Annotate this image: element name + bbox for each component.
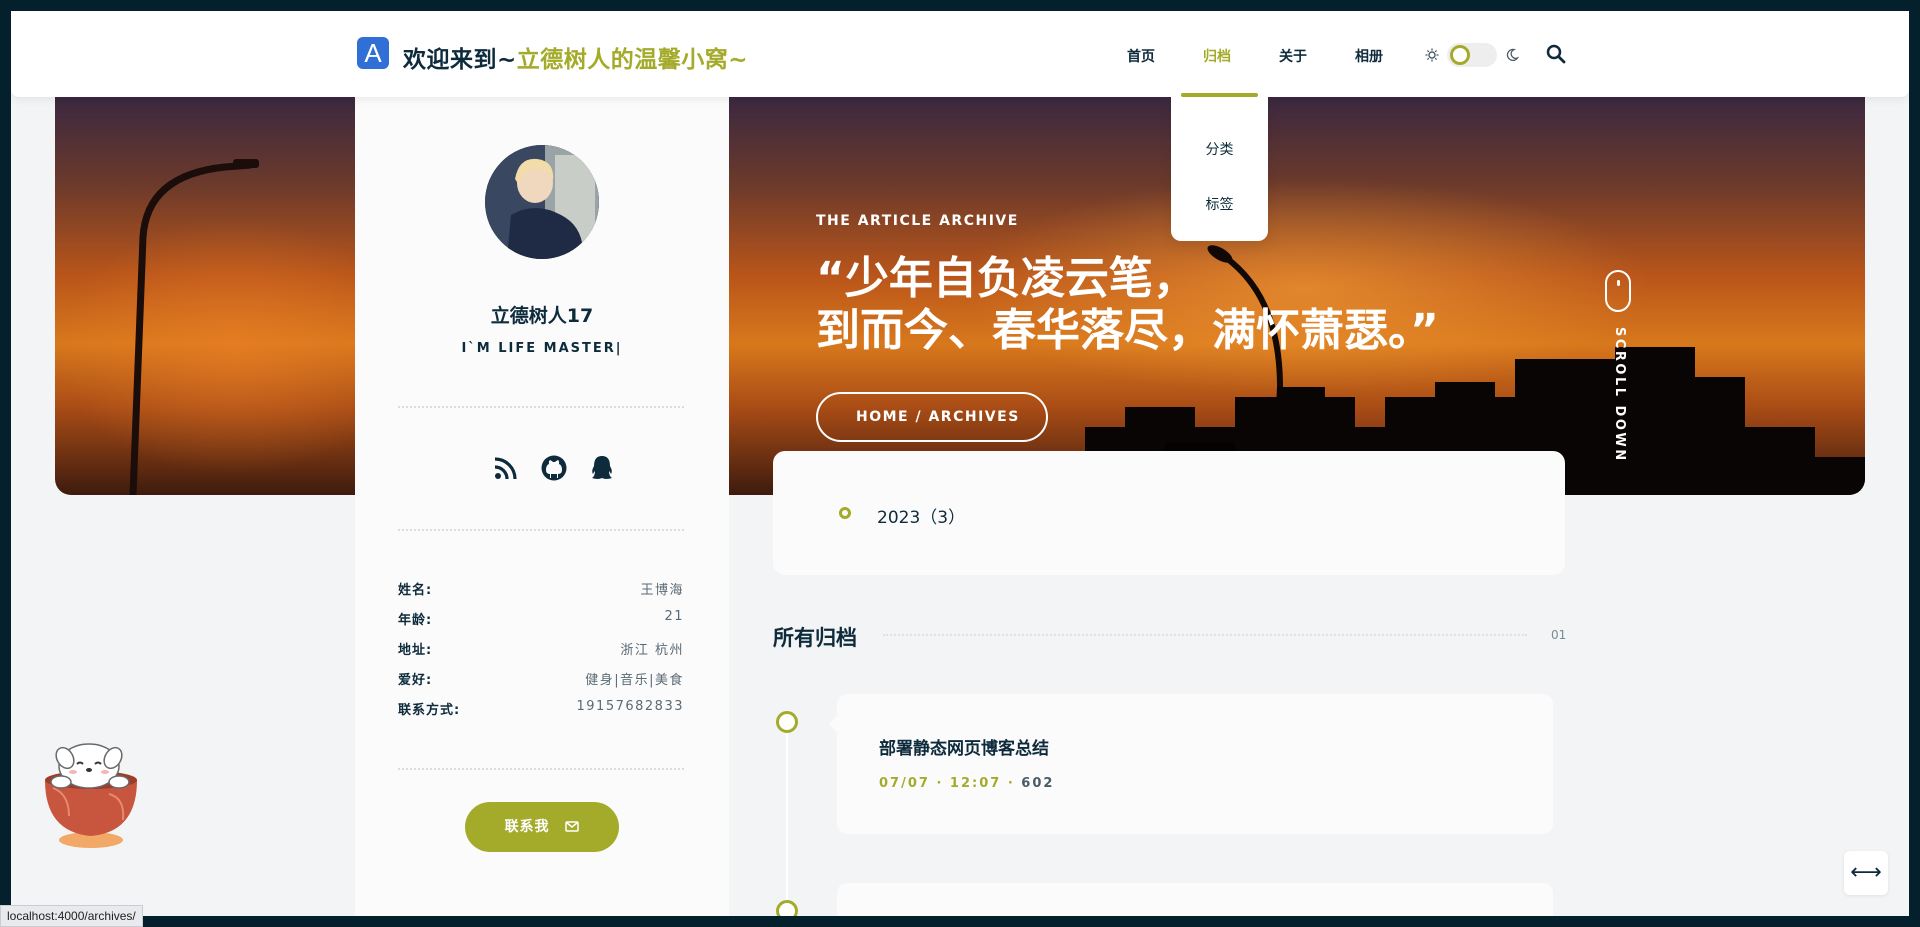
main-nav: 首页 归档 关于 相册: [1127, 46, 1431, 66]
site-title-prefix: 欢迎来到~: [403, 47, 517, 73]
post-card[interactable]: [837, 883, 1553, 916]
year-card: 2023（3）: [773, 451, 1565, 575]
info-value: 19157682833: [576, 699, 684, 714]
site-header: A 欢迎来到~立德树人的温馨小窝~ 首页 归档 关于 相册: [11, 11, 1909, 97]
avatar[interactable]: [485, 145, 599, 259]
section-divider: [883, 634, 1527, 636]
author-name: 立德树人17: [490, 305, 594, 327]
nav-gallery[interactable]: 相册: [1355, 46, 1383, 66]
post-date: 07/07 · 12:07 ·: [879, 776, 1015, 791]
author-info: 姓名: 王博海 年龄: 21 地址: 浙江 杭州 爱好: 健身|音乐|美食 联系方式: 1…: [398, 579, 684, 729]
info-row-age: 年龄: 21: [398, 609, 684, 639]
info-row-hobbies: 爱好: 健身|音乐|美食: [398, 669, 684, 699]
quote-line-1: “少年自负凌云笔，: [816, 253, 1197, 304]
contact-me-label: 联系我: [504, 819, 550, 835]
expand-icon[interactable]: ⟷: [1844, 851, 1888, 895]
info-key: 年龄:: [398, 613, 433, 628]
timeline-dot-icon: [776, 711, 798, 733]
search-icon[interactable]: [1546, 44, 1566, 64]
status-bar-url: localhost:4000/archives/: [0, 905, 143, 927]
site-title[interactable]: 欢迎来到~立德树人的温馨小窝~: [403, 40, 748, 74]
info-key: 地址:: [398, 643, 433, 658]
contact-me-button[interactable]: 联系我: [465, 802, 619, 852]
timeline-line: [786, 731, 788, 916]
mail-icon: [565, 821, 580, 832]
info-row-contact: 联系方式: 19157682833: [398, 699, 684, 729]
dropdown-item-tags[interactable]: 标签: [1171, 194, 1268, 214]
mascot-icon[interactable]: [39, 736, 143, 852]
info-value: 21: [664, 609, 684, 624]
info-row-address: 地址: 浙江 杭州: [398, 639, 684, 669]
rss-icon[interactable]: [492, 454, 520, 482]
year-entry[interactable]: 2023（3）: [877, 503, 965, 528]
post-meta: 07/07 · 12:07 · 602: [879, 776, 1054, 791]
post-card[interactable]: 部署静态网页博客总结 07/07 · 12:07 · 602: [829, 694, 1553, 834]
year-dot-icon: [839, 507, 851, 519]
dark-mode-switch[interactable]: [1447, 43, 1497, 67]
post-views: 602: [1021, 776, 1055, 791]
section-title: 所有归档: [773, 626, 857, 650]
info-value: 健身|音乐|美食: [585, 673, 684, 688]
divider: [398, 406, 684, 408]
mouse-icon[interactable]: [1605, 270, 1631, 312]
nav-about[interactable]: 关于: [1279, 46, 1307, 66]
info-row-name: 姓名: 王博海: [398, 579, 684, 609]
section-count: 01: [1551, 628, 1567, 642]
author-sidebar: 立德树人17 I`M LIFE MASTER| 姓名: 王博海 年龄: 21 地址:…: [355, 97, 729, 916]
site-logo-icon[interactable]: A: [357, 37, 389, 69]
scroll-down-label[interactable]: SCROLL DOWN: [1612, 327, 1627, 463]
moon-icon: [1506, 48, 1519, 62]
nav-archives[interactable]: 归档: [1203, 46, 1231, 66]
timeline-dot-icon: [776, 900, 798, 916]
page: THE ARTICLE ARCHIVE “少年自负凌云笔， 到而今、春华落尽，满…: [11, 11, 1909, 916]
nav-home[interactable]: 首页: [1127, 46, 1155, 66]
quote-line-2: 到而今、春华落尽，满怀萧瑟。”: [816, 305, 1439, 356]
sun-icon: [1425, 48, 1439, 62]
theme-toggle[interactable]: [1425, 43, 1519, 67]
site-title-highlight: 立德树人的温馨小窝~: [516, 47, 749, 73]
qq-icon[interactable]: [588, 454, 616, 482]
divider: [398, 768, 684, 770]
info-value: 浙江 杭州: [620, 643, 684, 658]
dropdown-item-categories[interactable]: 分类: [1171, 139, 1268, 159]
info-key: 爱好:: [398, 673, 433, 688]
breadcrumb[interactable]: HOME / ARCHIVES: [816, 392, 1048, 442]
hero-quote: “少年自负凌云笔， 到而今、春华落尽，满怀萧瑟。”: [816, 253, 1439, 357]
author-motto: I`M LIFE MASTER|: [461, 341, 623, 356]
hero-banner: THE ARTICLE ARCHIVE “少年自负凌云笔， 到而今、春华落尽，满…: [55, 97, 1865, 495]
info-key: 联系方式:: [398, 703, 461, 718]
github-icon[interactable]: [540, 454, 568, 482]
post-title[interactable]: 部署静态网页博客总结: [879, 734, 1049, 759]
social-links: [492, 454, 636, 482]
divider: [398, 529, 684, 531]
archive-kicker: THE ARTICLE ARCHIVE: [816, 213, 1019, 229]
archives-dropdown: 分类 标签: [1171, 93, 1268, 241]
info-key: 姓名:: [398, 583, 433, 598]
info-value: 王博海: [640, 583, 684, 598]
